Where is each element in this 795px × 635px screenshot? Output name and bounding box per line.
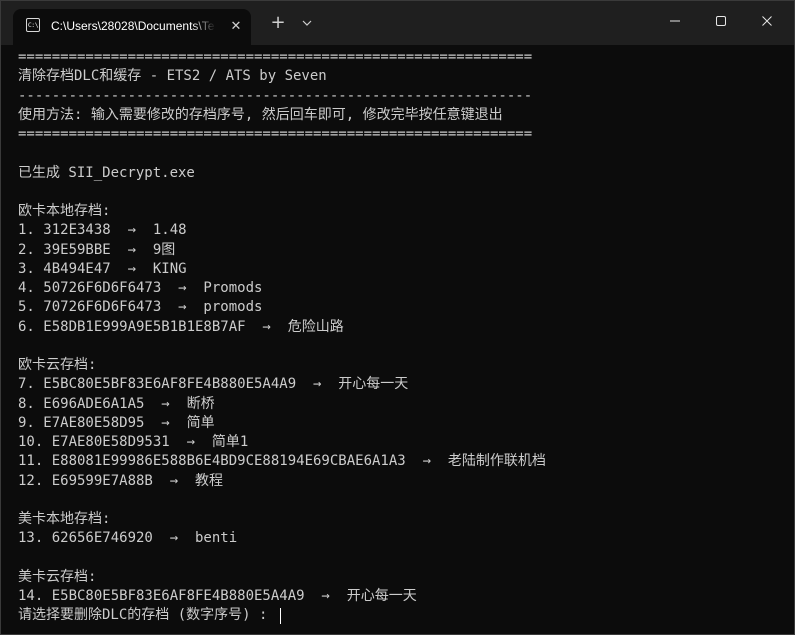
terminal-line: 5. 70726F6D6F6473 → promods xyxy=(18,299,263,316)
terminal-line: 4. 50726F6D6F6473 → Promods xyxy=(18,280,263,296)
minimize-icon xyxy=(670,20,680,22)
terminal-line: 12. E69599E7A88B → 教程 xyxy=(18,472,224,489)
terminal-line: 8. E696ADE6A1A5 → 断桥 xyxy=(18,395,215,412)
terminal-line: 美卡云存档: xyxy=(18,568,97,585)
text-cursor xyxy=(279,607,282,624)
new-tab-button[interactable]: + xyxy=(263,9,293,37)
terminal-line: ----------------------------------------… xyxy=(18,87,533,104)
title-bar: C:\ C:\Users\28028\Documents\Te ✕ + xyxy=(1,1,794,45)
terminal-prompt[interactable]: 请选择要删除DLC的存档 (数字序号) : xyxy=(18,606,778,625)
terminal-line: 已生成 SII_Decrypt.exe xyxy=(18,164,195,181)
tab-close-icon[interactable]: ✕ xyxy=(226,17,246,37)
maximize-icon xyxy=(716,16,726,26)
tab-active[interactable]: C:\ C:\Users\28028\Documents\Te ✕ xyxy=(13,9,251,45)
terminal-line: 9. E7AE80E58D95 → 简单 xyxy=(18,414,215,431)
dropdown-chevron-icon[interactable] xyxy=(294,9,320,37)
terminal-window: C:\ C:\Users\28028\Documents\Te ✕ + ====… xyxy=(0,0,795,635)
close-icon xyxy=(762,16,772,26)
terminal-line: 欧卡云存档: xyxy=(18,357,97,373)
terminal-line: 14. E5BC80E5BF83E6AF8FE4B880E5A4A9 → 开心每… xyxy=(18,588,417,604)
tab-title: C:\Users\28028\Documents\Te xyxy=(51,19,215,33)
terminal-line: 1. 312E3438 → 1.48 xyxy=(18,222,187,239)
terminal-line: 2. 39E59BBE → 9图 xyxy=(18,241,176,258)
terminal-icon: C:\ xyxy=(26,18,40,32)
terminal-line: 3. 4B494E47 → KING xyxy=(18,260,187,277)
terminal-lines: ========================================… xyxy=(18,48,778,626)
terminal-line: ========================================… xyxy=(18,49,533,65)
terminal-line: 使用方法: 输入需要修改的存档序号, 然后回车即可, 修改完毕按任意键退出 xyxy=(18,106,503,123)
terminal-line: ========================================… xyxy=(18,126,533,142)
terminal-line: 11. E88081E99986E588B6E4BD9CE88194E69CBA… xyxy=(18,453,546,470)
prompt-text: 请选择要删除DLC的存档 (数字序号) : xyxy=(18,607,276,624)
terminal-line: 13. 62656E746920 → benti xyxy=(18,530,238,547)
terminal-line: 6. E58DB1E999A9E5B1B1E8B7AF → 危险山路 xyxy=(18,318,344,335)
terminal-line: 清除存档DLC和缓存 - ETS2 / ATS by Seven xyxy=(18,68,327,85)
close-button[interactable] xyxy=(744,1,790,41)
maximize-button[interactable] xyxy=(698,1,744,41)
terminal-output[interactable]: ========================================… xyxy=(1,45,794,634)
terminal-line: 美卡本地存档: xyxy=(18,511,111,527)
terminal-line: 10. E7AE80E58D9531 → 简单1 xyxy=(18,434,249,450)
terminal-line: 7. E5BC80E5BF83E6AF8FE4B880E5A4A9 → 开心每一… xyxy=(18,376,409,393)
terminal-line: 欧卡本地存档: xyxy=(18,203,111,219)
minimize-button[interactable] xyxy=(652,1,698,41)
